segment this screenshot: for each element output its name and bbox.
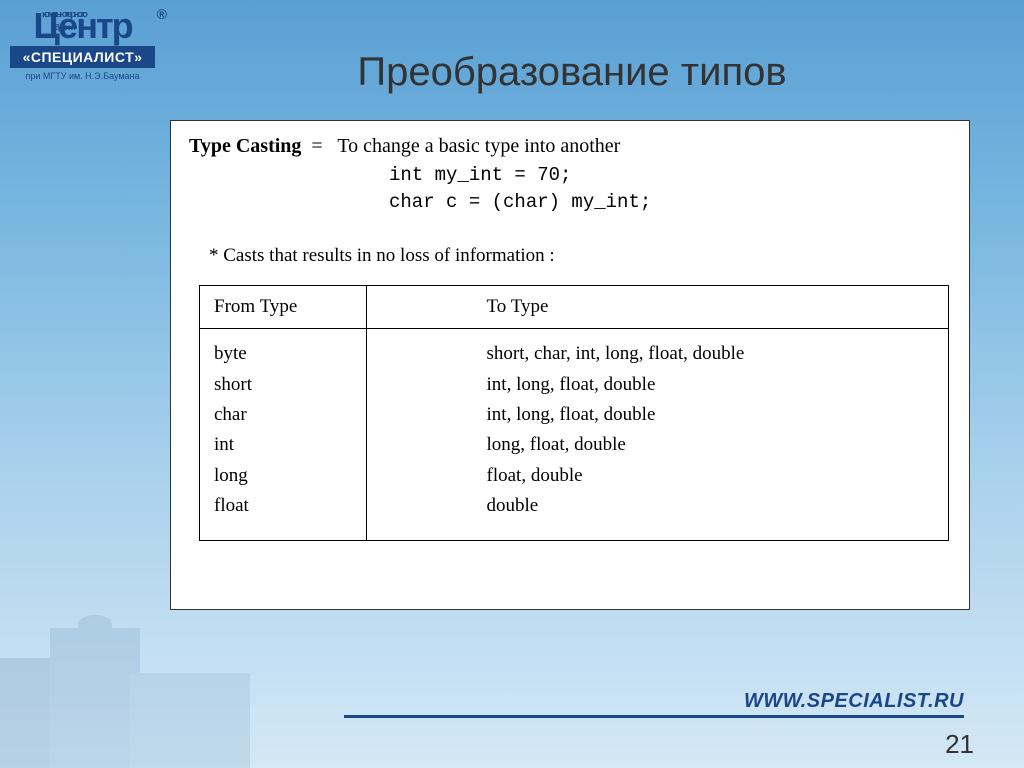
- slide-title: Преобразование типов: [170, 50, 974, 95]
- to-3: long, float, double: [487, 430, 934, 460]
- from-3: int: [214, 430, 352, 460]
- logo-block: Центр компьютерного обучения ® «СПЕЦИАЛИ…: [10, 10, 155, 81]
- cast-table: From Type To Type byte short char int lo…: [199, 285, 949, 540]
- code-line-2: char c = (char) my_int;: [389, 189, 951, 216]
- registered-icon: ®: [157, 8, 165, 21]
- to-5: double: [487, 491, 934, 521]
- definition-equals: =: [311, 135, 322, 157]
- to-0: short, char, int, long, float, double: [487, 339, 934, 369]
- code-line-1: int my_int = 70;: [389, 162, 951, 189]
- table-head-from: From Type: [200, 286, 367, 329]
- definition-term: Type Casting: [189, 135, 301, 157]
- from-5: float: [214, 491, 352, 521]
- from-1: short: [214, 370, 352, 400]
- to-2: int, long, float, double: [487, 400, 934, 430]
- page-number: 21: [945, 729, 974, 760]
- background-building-graphic: [0, 608, 260, 768]
- logo-small-line1: компьютерного: [42, 10, 86, 18]
- to-4: float, double: [487, 461, 934, 491]
- to-1: int, long, float, double: [487, 370, 934, 400]
- content-box: Type Casting = To change a basic type in…: [170, 120, 970, 610]
- logo-main-word: Центр компьютерного обучения ®: [10, 10, 155, 42]
- note-line: * Casts that results in no loss of infor…: [209, 245, 951, 267]
- table-cell-to: short, char, int, long, float, double in…: [366, 329, 948, 540]
- table-head-to: To Type: [366, 286, 948, 329]
- from-4: long: [214, 461, 352, 491]
- from-0: byte: [214, 339, 352, 369]
- code-block: int my_int = 70; char c = (char) my_int;: [389, 162, 951, 215]
- logo-specialist: «СПЕЦИАЛИСТ»: [10, 46, 155, 68]
- from-2: char: [214, 400, 352, 430]
- definition-desc: To change a basic type into another: [337, 135, 620, 157]
- footer-url: WWW.SPECIALIST.RU: [344, 690, 964, 718]
- logo-small-line2: обучения: [52, 24, 74, 31]
- logo-subtitle: при МГТУ им. Н.Э.Баумана: [10, 71, 155, 81]
- definition-line: Type Casting = To change a basic type in…: [189, 135, 951, 158]
- table-cell-from: byte short char int long float: [200, 329, 367, 540]
